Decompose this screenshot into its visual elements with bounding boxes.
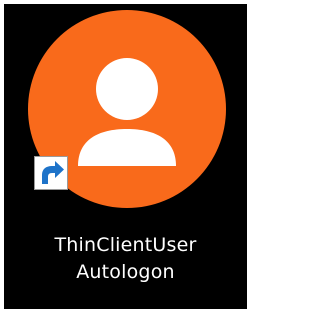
desktop-shortcut-thinclientuser-autologon[interactable]: ThinClientUser Autologon bbox=[4, 4, 247, 309]
shortcut-label-line-2: Autologon bbox=[76, 261, 175, 283]
shortcut-arrow-icon bbox=[34, 156, 68, 190]
shortcut-label-line-1: ThinClientUser bbox=[54, 234, 197, 256]
desktop-background: ThinClientUser Autologon bbox=[4, 4, 247, 309]
